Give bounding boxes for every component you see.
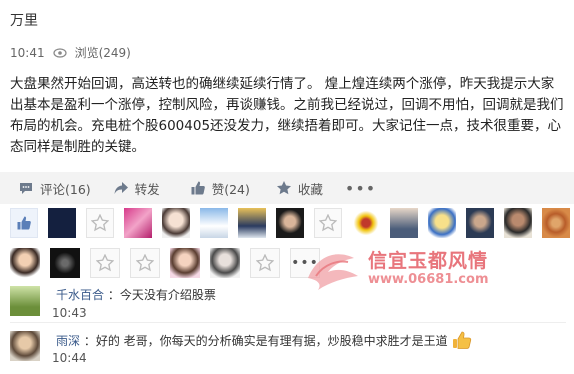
avatar-placeholder[interactable] xyxy=(90,248,120,278)
avatar[interactable] xyxy=(210,248,240,278)
thumbs-up-icon xyxy=(191,181,205,195)
comment-time: 10:44 xyxy=(52,351,87,365)
avatar[interactable] xyxy=(466,208,495,238)
star-icon xyxy=(319,214,338,232)
comment-button[interactable]: 评论(16) xyxy=(18,179,91,198)
comment-divider xyxy=(10,322,566,323)
post-time: 10:41 xyxy=(10,45,45,60)
watermark-logo-icon xyxy=(308,254,358,290)
post-content: 大盘果然开始回调，高送转也的确继续延续行情了。 煌上煌连续两个涨停，昨天我提示大… xyxy=(10,76,564,155)
avatar[interactable] xyxy=(170,248,200,278)
avatar[interactable] xyxy=(276,208,305,238)
avatar[interactable] xyxy=(541,208,570,238)
post-author[interactable]: 万里 xyxy=(10,10,38,30)
watermark: 信宜玉都风情 www.06681.com xyxy=(304,246,554,294)
avatar[interactable] xyxy=(238,208,267,238)
comment-icon xyxy=(20,183,32,194)
like-label: 赞(24) xyxy=(211,181,250,197)
avatar[interactable] xyxy=(50,248,80,278)
view-count: 浏览(249) xyxy=(74,46,131,60)
eye-icon xyxy=(52,47,67,58)
avatar-placeholder[interactable] xyxy=(86,208,115,238)
like-badge xyxy=(10,208,39,238)
star-icon xyxy=(276,181,291,195)
comment-header: 千水百合 ：今天没有介绍股票 xyxy=(56,286,216,303)
commenter-avatar[interactable] xyxy=(10,331,40,361)
avatar[interactable] xyxy=(162,208,191,238)
comment-time: 10:43 xyxy=(52,306,87,320)
watermark-title: 信宜玉都风情 xyxy=(368,250,489,272)
watermark-url: www.06681.com xyxy=(368,272,489,287)
more-options-button[interactable]: ••• xyxy=(345,179,376,198)
collect-button[interactable]: 收藏 xyxy=(276,179,323,198)
comment-username[interactable]: 千水百合 xyxy=(56,288,104,302)
star-icon xyxy=(256,254,274,272)
action-bar: 评论(16) 转发 赞(24) 收藏 ••• xyxy=(0,172,574,204)
comment-text: ：今天没有介绍股票 xyxy=(107,288,216,302)
thumbs-up-icon xyxy=(17,216,31,230)
post-meta: 10:41 浏览(249) xyxy=(10,44,131,61)
avatar-placeholder[interactable] xyxy=(130,248,160,278)
avatar[interactable] xyxy=(504,208,532,238)
comment-username[interactable]: 雨深 xyxy=(56,334,80,348)
comment-text: ：好的 老哥，你每天的分析确实是有理有据，炒股稳中求胜才是王道 xyxy=(83,334,448,348)
avatar[interactable] xyxy=(48,208,77,238)
avatar[interactable] xyxy=(428,208,457,238)
like-button[interactable]: 赞(24) xyxy=(190,179,250,198)
collect-label: 收藏 xyxy=(297,181,323,197)
avatar[interactable] xyxy=(10,248,40,278)
avatar[interactable] xyxy=(390,208,419,238)
share-button[interactable]: 转发 xyxy=(113,179,160,198)
comment-label: 评论(16) xyxy=(40,181,91,197)
star-icon xyxy=(91,214,110,232)
avatar[interactable] xyxy=(352,208,381,238)
avatar[interactable] xyxy=(200,208,229,238)
thumbs-up-emoji-icon xyxy=(452,331,471,349)
star-icon xyxy=(136,254,154,272)
avatar[interactable] xyxy=(124,208,153,238)
share-label: 转发 xyxy=(134,181,160,197)
comment-header: 雨深 ：好的 老哥，你每天的分析确实是有理有据，炒股稳中求胜才是王道 xyxy=(56,331,472,349)
likers-row xyxy=(10,208,570,238)
star-icon xyxy=(96,254,114,272)
share-arrow-icon xyxy=(114,182,128,194)
avatar-placeholder[interactable] xyxy=(314,208,343,238)
commenter-avatar[interactable] xyxy=(10,286,40,316)
avatar-placeholder[interactable] xyxy=(250,248,280,278)
